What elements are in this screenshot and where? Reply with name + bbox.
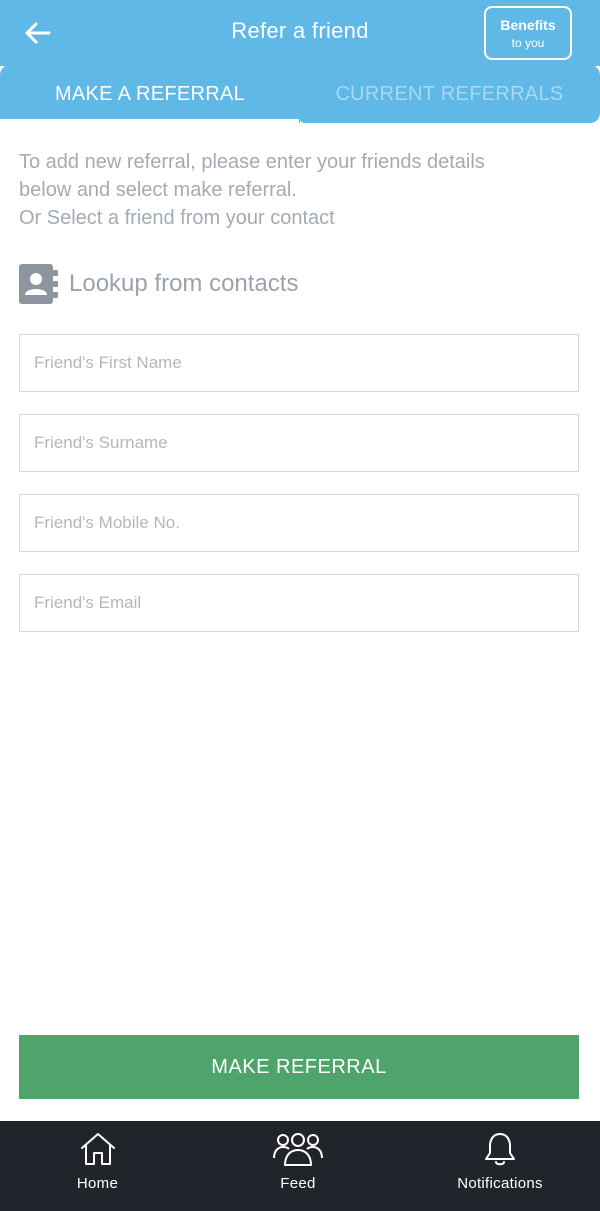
active-tab-indicator (0, 119, 299, 123)
tab-label: CURRENT REFERRALS (335, 82, 564, 105)
nav-item-notifications[interactable]: Notifications (400, 1121, 600, 1211)
nav-item-feed[interactable]: Feed (198, 1121, 398, 1211)
tab-make-referral[interactable]: MAKE A REFERRAL (0, 65, 300, 123)
home-icon (80, 1133, 115, 1165)
group-icon (273, 1133, 323, 1166)
nav-label: Feed (280, 1175, 316, 1192)
contact-book-icon (19, 264, 58, 304)
benefits-sublabel: to you (511, 36, 545, 50)
benefits-label: Benefits (500, 17, 556, 33)
mobile-input[interactable] (19, 494, 579, 552)
tab-current-referrals[interactable]: CURRENT REFERRALS (299, 65, 600, 123)
app-header: Refer a friend Benefits to you (0, 0, 600, 66)
tab-label: MAKE A REFERRAL (54, 82, 246, 105)
email-input[interactable] (19, 574, 579, 632)
referral-tabs: MAKE A REFERRAL CURRENT REFERRALS (0, 65, 600, 123)
lookup-contacts-button[interactable]: Lookup from contacts (19, 264, 298, 304)
benefits-button[interactable]: Benefits to you (484, 6, 572, 60)
surname-input[interactable] (19, 414, 579, 472)
nav-label: Notifications (457, 1175, 543, 1192)
nav-item-home[interactable]: Home (0, 1121, 195, 1211)
intro-line: below and select make referral. (19, 179, 297, 201)
intro-text: To add new referral, please enter your f… (19, 148, 579, 232)
lookup-label: Lookup from contacts (69, 270, 299, 297)
intro-line: Or Select a friend from your contact (19, 207, 335, 229)
first-name-input[interactable] (19, 334, 579, 392)
bottom-nav: Home Feed Notifications (0, 1121, 600, 1211)
bell-icon (485, 1133, 515, 1166)
intro-line: To add new referral, please enter your f… (19, 151, 485, 173)
nav-label: Home (76, 1175, 119, 1192)
make-referral-button[interactable]: MAKE REFERRAL (19, 1035, 579, 1099)
